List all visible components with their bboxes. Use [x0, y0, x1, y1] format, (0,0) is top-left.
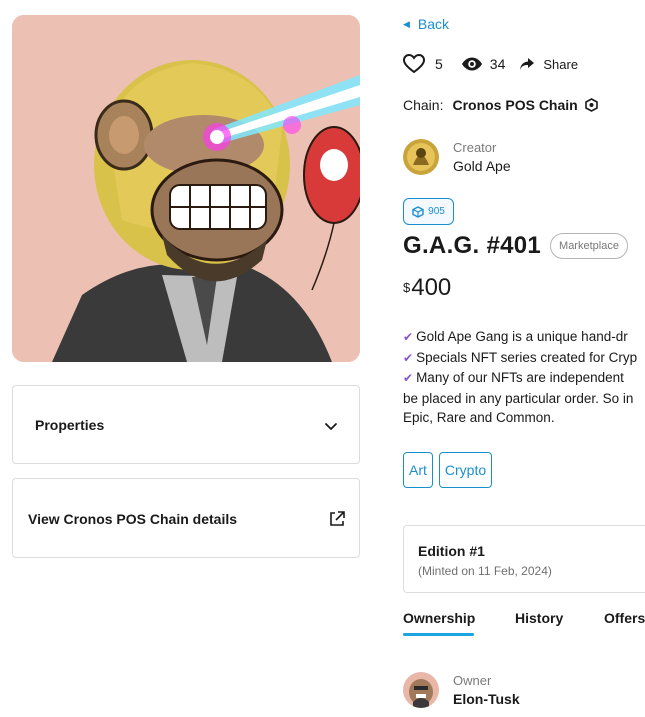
- creator-name[interactable]: Gold Ape: [453, 158, 511, 174]
- check-icon: ✔: [403, 330, 414, 344]
- collection-count-badge[interactable]: 905: [403, 198, 454, 225]
- back-link[interactable]: ◀ Back: [403, 16, 449, 32]
- nft-title: G.A.G. #401: [403, 232, 542, 259]
- check-icon: ✔: [403, 371, 414, 385]
- back-label: Back: [417, 16, 450, 32]
- owner-name[interactable]: Elon-Tusk: [453, 691, 520, 707]
- tabs: Ownership History Offers: [403, 610, 645, 636]
- eye-icon: [461, 57, 482, 71]
- properties-panel[interactable]: Properties: [12, 385, 360, 464]
- views-count: 34: [489, 56, 506, 72]
- chain-details-panel[interactable]: View Cronos POS Chain details: [12, 478, 360, 558]
- views-stat: 34: [461, 56, 506, 72]
- creator-block[interactable]: Creator Gold Ape: [403, 139, 511, 175]
- share-icon: [520, 58, 535, 70]
- description-line: ✔ Specials NFT series created for Cryp: [403, 349, 638, 365]
- chain-details-label: View Cronos POS Chain details: [28, 511, 238, 527]
- stats-row: 5 34 Share: [403, 54, 578, 74]
- collection-count: 905: [428, 206, 445, 217]
- description-line: ✔ Gold Ape Gang is a unique hand-dr: [403, 329, 628, 344]
- check-icon: ✔: [403, 350, 414, 365]
- chain-label: Chain:: [403, 97, 444, 113]
- description: ✔ Gold Ape Gang is a unique hand-dr ✔ Spec…: [403, 327, 645, 428]
- description-line: ✔ Many of our NFTs are independent: [403, 370, 624, 385]
- description-line: be placed in any particular order. So in: [403, 390, 634, 406]
- edition-title: Edition #1: [418, 543, 485, 559]
- owner-avatar[interactable]: [403, 672, 439, 708]
- description-line: Epic, Rare and Common.: [403, 410, 555, 425]
- price-amount: 400: [411, 274, 452, 301]
- tab-history[interactable]: History: [515, 610, 604, 636]
- owner-role: Owner: [453, 673, 492, 688]
- cube-icon: [412, 205, 424, 218]
- edition-card: Edition #1 (Minted on 11 Feb, 2024): [403, 525, 645, 593]
- properties-label: Properties: [35, 417, 105, 433]
- chevron-down-icon[interactable]: [323, 418, 339, 434]
- tag-crypto[interactable]: Crypto: [438, 452, 493, 488]
- tag-list: Art Crypto: [403, 452, 493, 488]
- chain-row: Chain: Cronos POS Chain: [403, 97, 598, 113]
- chain-name: Cronos POS Chain: [452, 97, 578, 113]
- price-currency: $: [403, 280, 411, 295]
- hexagon-icon: [584, 98, 598, 112]
- creator-avatar[interactable]: [403, 139, 439, 175]
- caret-left-icon: ◀: [403, 18, 410, 29]
- creator-role: Creator: [453, 140, 497, 155]
- share-button[interactable]: Share: [519, 57, 578, 72]
- price: $ 400: [403, 274, 451, 302]
- tag-art[interactable]: Art: [403, 452, 433, 488]
- heart-icon: [403, 54, 425, 74]
- nft-image[interactable]: [12, 15, 360, 362]
- like-button[interactable]: 5: [403, 54, 443, 74]
- tab-offers[interactable]: Offers: [604, 610, 645, 636]
- external-link-icon[interactable]: [328, 510, 346, 528]
- owner-block[interactable]: Owner Elon-Tusk: [403, 672, 520, 708]
- tab-ownership[interactable]: Ownership: [403, 610, 515, 636]
- marketplace-pill[interactable]: Marketplace: [550, 233, 628, 259]
- share-label: Share: [543, 56, 579, 72]
- like-count: 5: [435, 56, 443, 72]
- edition-minted-date: (Minted on 11 Feb, 2024): [418, 564, 552, 578]
- title-row: G.A.G. #401 Marketplace: [403, 232, 628, 260]
